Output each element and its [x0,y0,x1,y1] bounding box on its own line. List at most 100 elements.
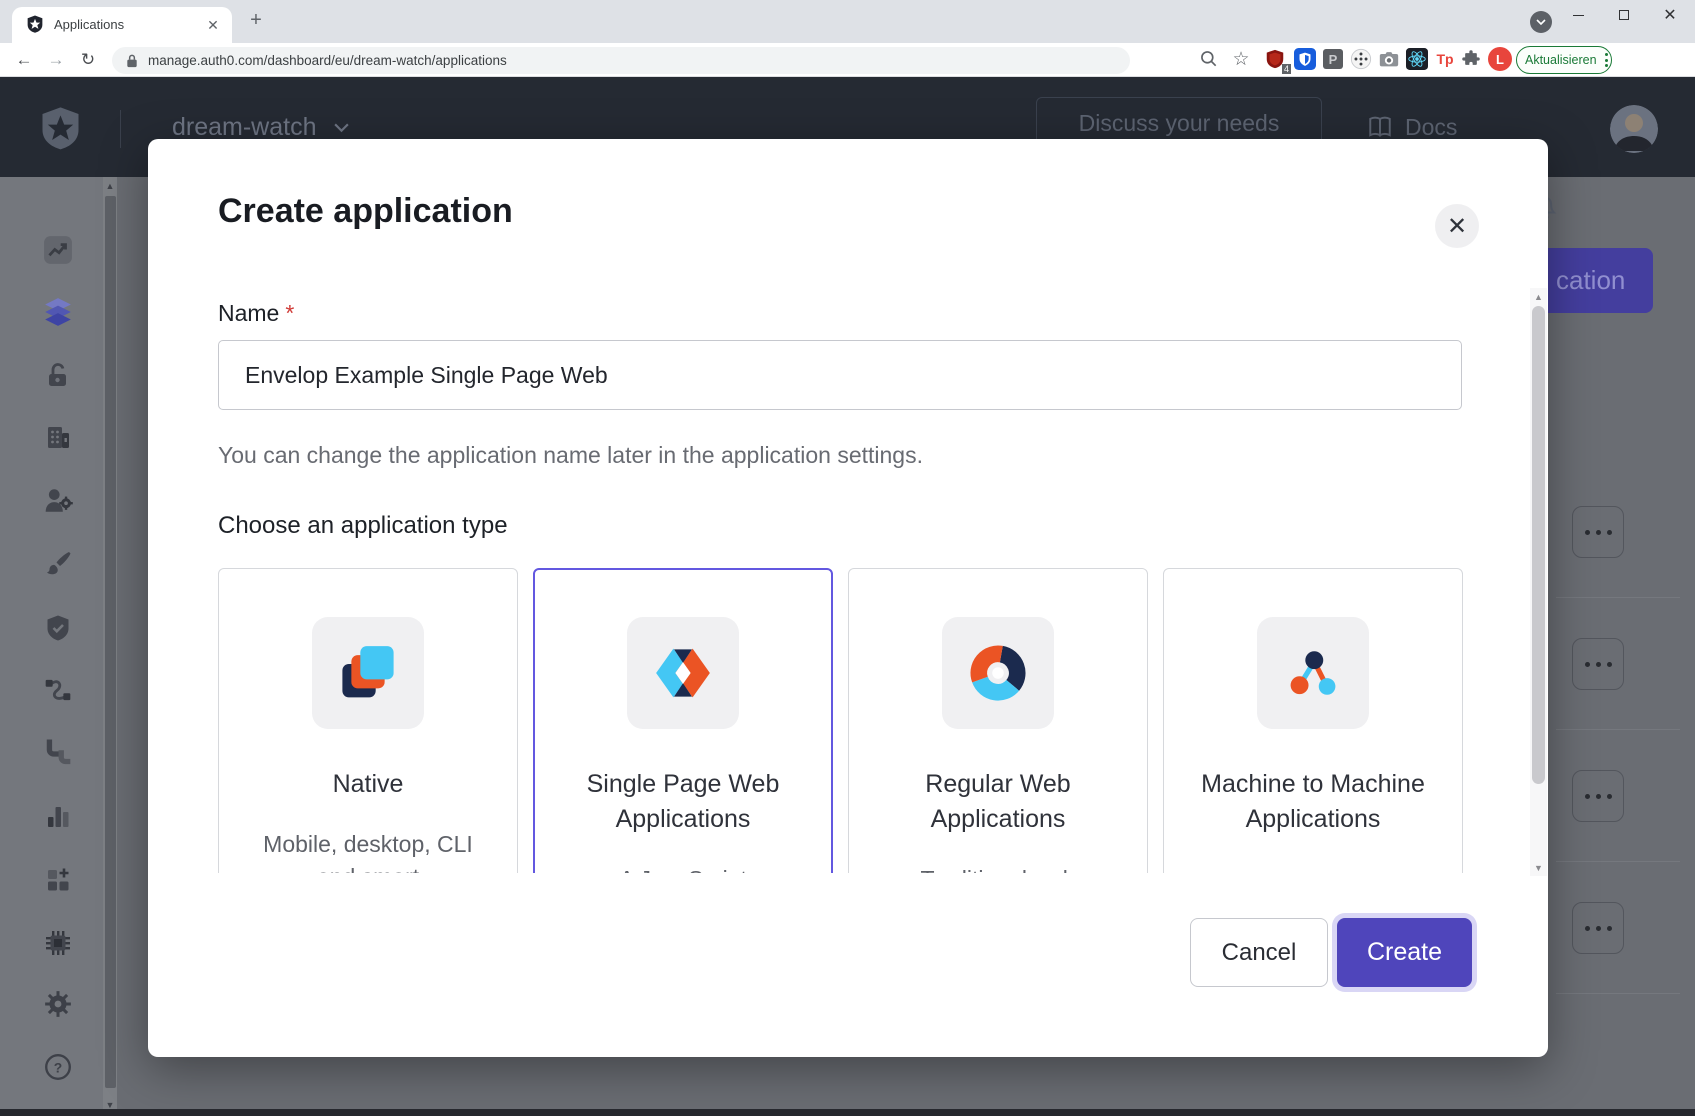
svg-text:?: ? [54,1059,63,1075]
screen-bottom-edge [0,1109,1695,1116]
auth0-logo-icon[interactable] [40,106,81,150]
page-zoom-icon[interactable] [1196,46,1222,72]
create-application-clipped-label: cation [1556,265,1625,296]
background-create-application-button[interactable]: cation [1548,248,1653,313]
tab-close-icon[interactable]: ✕ [204,16,222,34]
create-button-label: Create [1367,938,1442,967]
reload-icon[interactable]: ↻ [74,46,102,74]
application-name-input[interactable] [218,340,1462,410]
create-button[interactable]: Create [1337,918,1472,987]
application-type-cards-row: Native Mobile, desktop, CLI and smart Si… [218,568,1464,873]
card-description: A JavaScript [619,863,747,873]
row-actions-menu-button[interactable] [1572,902,1624,954]
lock-icon [126,53,138,68]
browser-chevron-icon[interactable] [1530,11,1552,33]
application-type-section-label: Choose an application type [218,512,508,540]
sidebar-item-settings[interactable] [43,989,73,1019]
p-extension-label: P [1323,49,1343,69]
regular-web-icon [942,617,1054,729]
sidebar-scrollbar[interactable]: ▲ ▼ [103,177,117,1116]
card-title: Regular Web Applications [873,767,1123,837]
sidebar-item-security[interactable] [43,613,73,643]
modal-scrollbar-thumb[interactable] [1532,306,1545,784]
application-type-cards-viewport: Native Mobile, desktop, CLI and smart Si… [218,568,1464,873]
sidebar-item-organizations[interactable] [43,422,73,452]
spa-icon [627,617,739,729]
sidebar-item-help[interactable]: ? [43,1052,73,1082]
camera-extension-icon[interactable] [1376,46,1402,72]
card-description: Mobile, desktop, CLI and smart [261,828,476,873]
row-actions-menu-button[interactable] [1572,506,1624,558]
sidebar-scrollbar-thumb[interactable] [105,196,116,1088]
card-title: Native [333,767,404,802]
sidebar-item-user-management[interactable] [43,485,73,515]
p-extension-icon[interactable]: P [1320,46,1346,72]
browser-tabstrip: Applications ✕ + ✕ [0,0,1695,43]
ublock-extension-icon[interactable]: 4 [1262,46,1288,72]
window-maximize-button[interactable] [1604,0,1644,30]
tenant-name: dream-watch [172,113,317,142]
scroll-up-icon[interactable]: ▲ [1530,289,1547,304]
screen: Applications ✕ + ✕ ← → ↻ manage.auth0.co… [0,0,1695,1116]
browser-toolbar: ← → ↻ manage.auth0.com/dashboard/eu/drea… [0,43,1695,77]
sidebar-item-actions[interactable] [43,675,73,705]
table-row-divider [1556,993,1680,994]
dots-circle-extension-icon[interactable] [1348,46,1374,72]
name-field-label: Name* [218,300,294,327]
bitwarden-extension-icon[interactable] [1292,46,1318,72]
row-actions-menu-button[interactable] [1572,638,1624,690]
native-icon [312,617,424,729]
card-title: Machine to Machine Applications [1188,767,1438,837]
card-machine-to-machine[interactable]: Machine to Machine Applications [1163,568,1463,873]
sidebar-item-activity[interactable] [43,235,73,265]
card-single-page-web[interactable]: Single Page Web Applications A JavaScrip… [533,568,833,873]
browser-tab[interactable]: Applications ✕ [12,7,232,43]
machine-to-machine-icon [1257,617,1369,729]
modal-close-icon[interactable]: ✕ [1435,204,1479,248]
modal-title: Create application [218,192,513,231]
tampermonkey-extension-icon[interactable]: Tp [1432,46,1458,72]
browser-menu-kebab-icon[interactable] [1605,53,1608,67]
profile-initial: L [1488,47,1512,71]
book-icon [1367,114,1393,140]
tp-extension-label: Tp [1436,51,1453,67]
browser-update-button[interactable]: Aktualisieren [1516,46,1612,74]
browser-profile-avatar[interactable]: L [1487,46,1513,72]
new-tab-button[interactable]: + [243,8,269,34]
react-devtools-extension-icon[interactable] [1404,46,1430,72]
sidebar-item-auth-pipeline[interactable] [43,739,73,769]
forward-icon[interactable]: → [42,46,70,74]
sidebar: ? [0,177,103,1116]
sidebar-item-marketplace[interactable] [43,865,73,895]
card-regular-web[interactable]: Regular Web Applications Traditional web [848,568,1148,873]
sidebar-item-monitoring[interactable] [43,802,73,832]
modal-scrollbar[interactable]: ▲ ▼ [1530,288,1547,876]
auth0-favicon-icon [26,15,44,33]
scroll-up-icon[interactable]: ▲ [103,179,117,193]
card-title: Single Page Web Applications [558,767,808,837]
url-text: manage.auth0.com/dashboard/eu/dream-watc… [148,53,507,68]
back-icon[interactable]: ← [10,46,38,74]
table-row-divider [1556,861,1680,862]
table-row-divider [1556,597,1680,598]
window-close-button[interactable]: ✕ [1650,0,1690,30]
sidebar-item-branding[interactable] [43,548,73,578]
required-asterisk: * [285,300,294,326]
user-avatar[interactable] [1610,105,1658,153]
sidebar-item-authentication[interactable] [43,360,73,390]
cancel-button[interactable]: Cancel [1190,918,1328,987]
row-actions-menu-button[interactable] [1572,770,1624,822]
discuss-button-label: Discuss your needs [1079,110,1280,137]
sidebar-item-applications[interactable] [43,297,73,327]
scroll-down-icon[interactable]: ▼ [1530,860,1547,875]
table-row-divider [1556,729,1680,730]
docs-label: Docs [1405,114,1457,141]
name-help-text: You can change the application name late… [218,442,923,469]
card-native[interactable]: Native Mobile, desktop, CLI and smart [218,568,518,873]
window-minimize-button[interactable] [1558,0,1598,30]
chevron-down-icon [333,122,350,133]
address-bar[interactable]: manage.auth0.com/dashboard/eu/dream-watc… [112,47,1130,74]
bookmark-star-icon[interactable]: ☆ [1228,46,1254,72]
extensions-puzzle-icon[interactable] [1458,46,1484,72]
sidebar-item-extensions[interactable] [43,928,73,958]
